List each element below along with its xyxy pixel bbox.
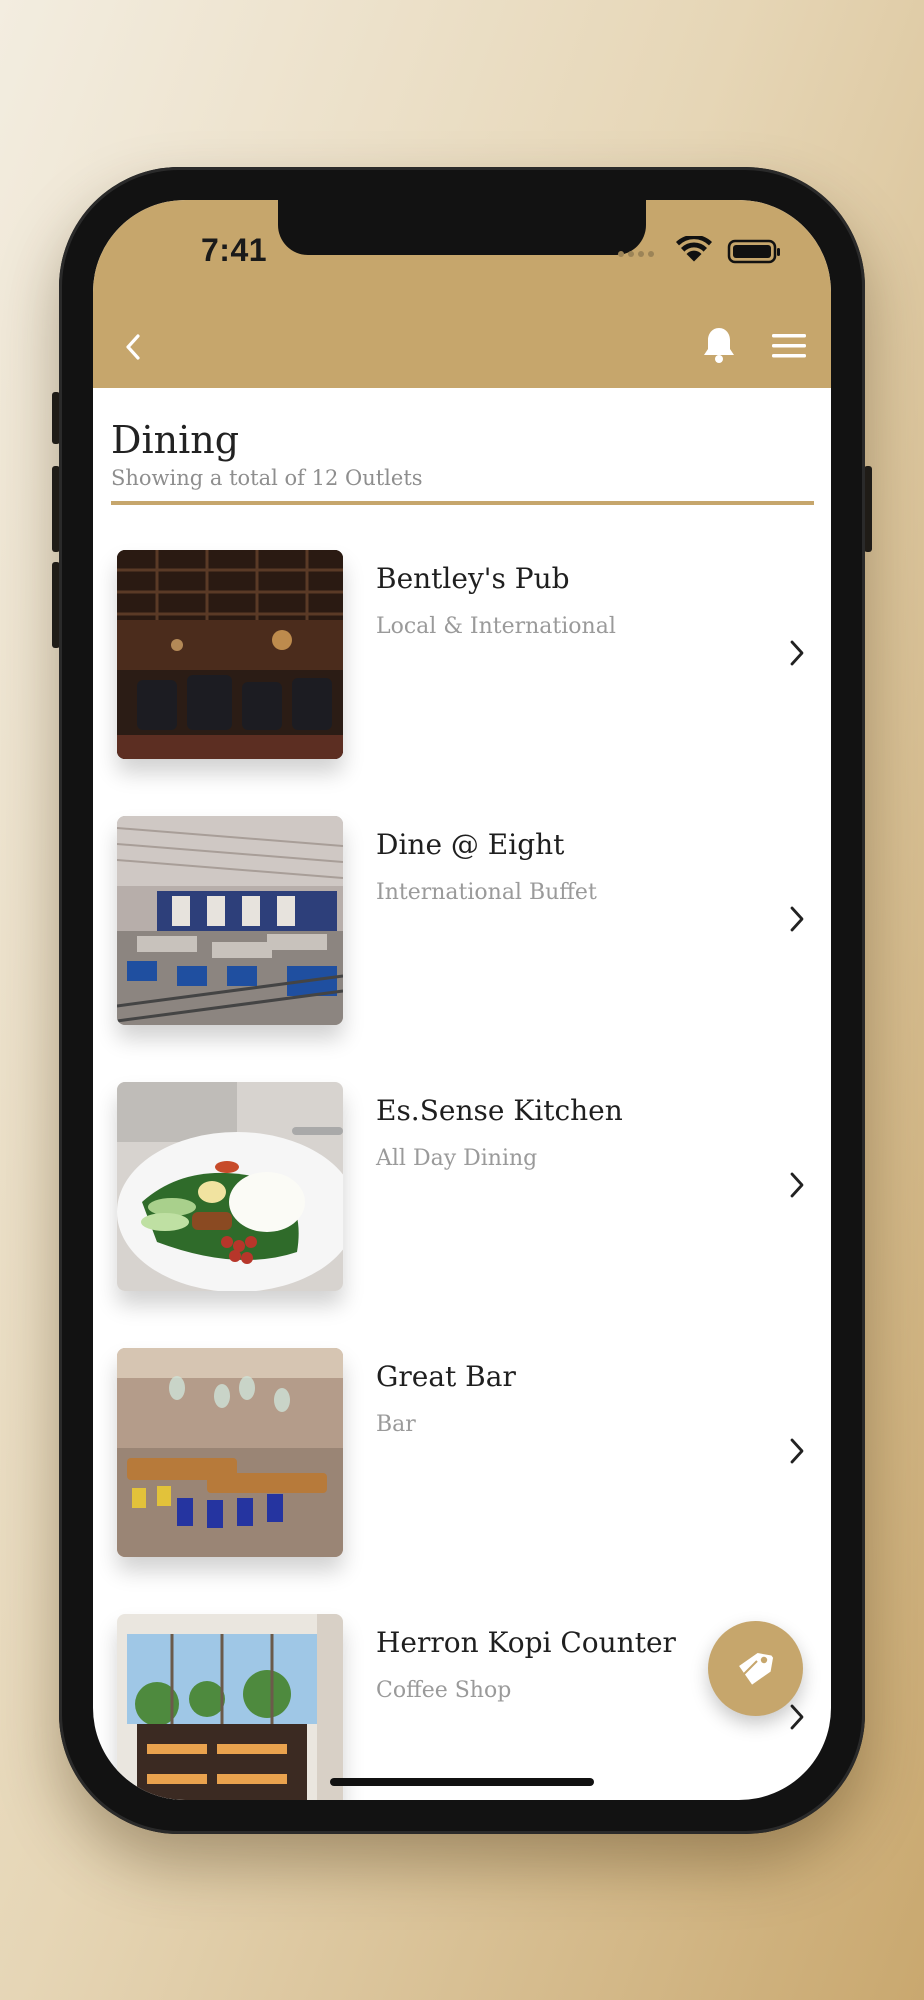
status-time: 7:41 <box>201 232 268 268</box>
outlet-name: Dine @ Eight <box>376 828 565 861</box>
battery-icon <box>727 239 780 264</box>
outlet-cuisine: All Day Dining <box>376 1146 538 1171</box>
wifi-icon <box>676 236 712 262</box>
chevron-right-icon[interactable] <box>789 1438 805 1464</box>
outlet-item[interactable]: Great Bar Bar <box>93 1348 831 1558</box>
page-heading: Dining Showing a total of 12 Outlets <box>111 418 813 490</box>
page-title: Dining <box>111 418 240 462</box>
outlet-cuisine: Coffee Shop <box>376 1678 512 1703</box>
divider <box>111 501 814 505</box>
chevron-right-icon[interactable] <box>789 640 805 666</box>
outlet-image <box>117 550 343 759</box>
offers-fab-button[interactable] <box>708 1621 803 1716</box>
notch <box>278 200 646 255</box>
outlet-cuisine: International Buffet <box>376 880 597 905</box>
status-bar-icons <box>618 236 780 264</box>
signal-dots-icon <box>618 251 654 257</box>
outlet-item[interactable]: Bentley's Pub Local & International <box>93 550 831 760</box>
outlet-name: Great Bar <box>376 1360 516 1393</box>
hamburger-menu-icon[interactable] <box>772 334 806 358</box>
outlet-name: Bentley's Pub <box>376 562 570 595</box>
chevron-right-icon[interactable] <box>789 1172 805 1198</box>
outlet-cuisine: Local & International <box>376 614 616 639</box>
outlet-image <box>117 1082 343 1291</box>
outlet-count-subtitle: Showing a total of 12 Outlets <box>111 466 423 490</box>
price-tag-icon <box>739 1653 774 1685</box>
outlet-item[interactable]: Es.Sense Kitchen All Day Dining <box>93 1082 831 1292</box>
back-chevron-icon[interactable] <box>125 334 141 360</box>
outlet-item[interactable]: Dine @ Eight International Buffet <box>93 816 831 1026</box>
outlet-name: Herron Kopi Counter <box>376 1626 676 1659</box>
bell-icon[interactable] <box>702 326 736 364</box>
outlet-image <box>117 1614 343 1800</box>
outlet-cuisine: Bar <box>376 1412 416 1437</box>
app-header: 7:41 <box>93 200 831 388</box>
power-button <box>864 466 872 552</box>
outlet-name: Es.Sense Kitchen <box>376 1094 623 1127</box>
outlet-image <box>117 1348 343 1557</box>
chevron-right-icon[interactable] <box>789 1704 805 1730</box>
outlet-image <box>117 816 343 1025</box>
chevron-right-icon[interactable] <box>789 906 805 932</box>
home-indicator <box>330 1778 594 1786</box>
phone-screen: 7:41 Dining Showing a total of 12 Outlet… <box>93 200 831 1800</box>
